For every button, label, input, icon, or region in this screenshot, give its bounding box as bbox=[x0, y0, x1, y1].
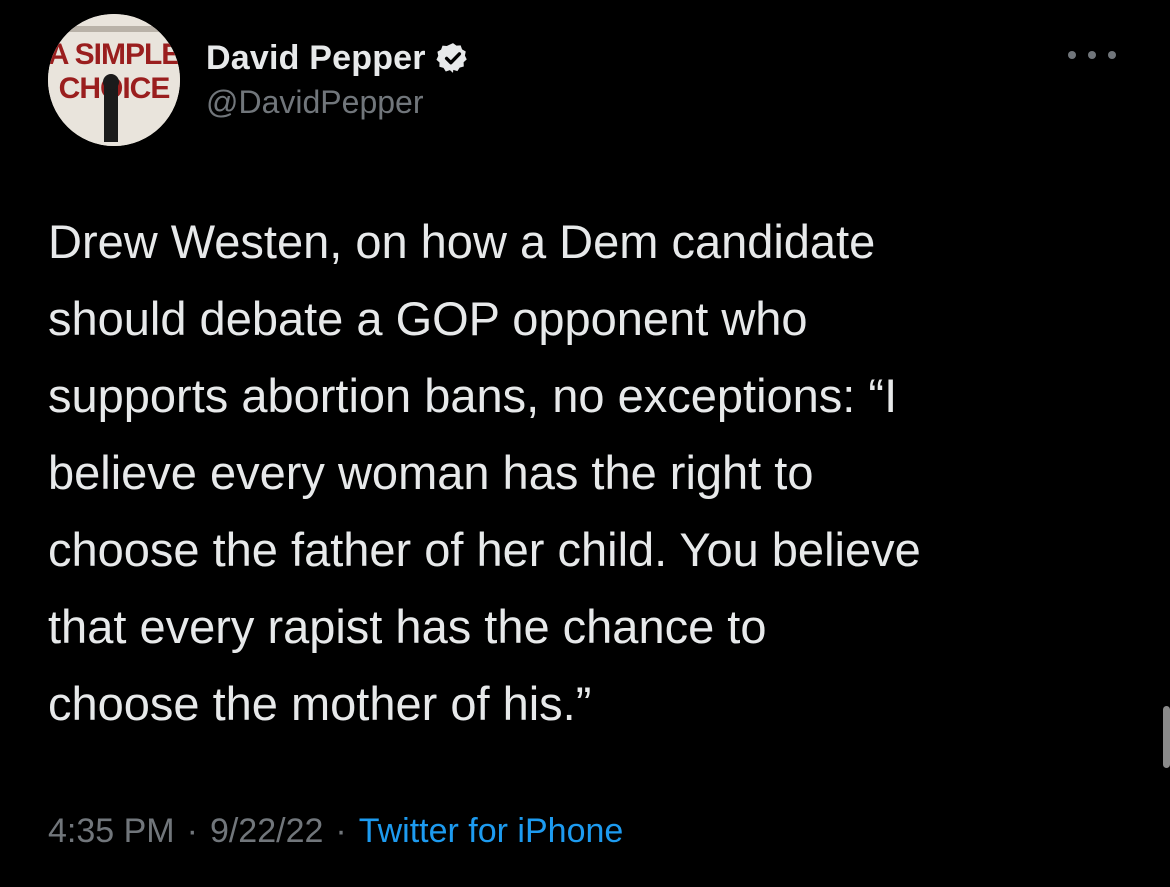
tweet-source-link[interactable]: Twitter for iPhone bbox=[359, 812, 624, 851]
more-dot bbox=[1108, 51, 1116, 59]
meta-separator: · bbox=[335, 812, 347, 850]
tweet-date[interactable]: 9/22/22 bbox=[210, 812, 323, 851]
tweet-text: Drew Westen, on how a Dem candidate shou… bbox=[48, 215, 921, 730]
handle[interactable]: @DavidPepper bbox=[206, 84, 423, 121]
tweet-meta: 4:35 PM · 9/22/22 · Twitter for iPhone bbox=[48, 812, 623, 851]
meta-separator: · bbox=[186, 812, 198, 850]
avatar-image: A SIMPLE CHOICE bbox=[48, 14, 180, 146]
verified-badge-icon bbox=[436, 41, 470, 75]
avatar[interactable]: A SIMPLE CHOICE bbox=[48, 14, 180, 146]
tweet: A SIMPLE CHOICE David Pepper @DavidPeppe… bbox=[0, 0, 1170, 887]
more-dot bbox=[1088, 51, 1096, 59]
display-name[interactable]: David Pepper bbox=[206, 39, 426, 78]
scrollbar[interactable] bbox=[1163, 706, 1170, 768]
more-dot bbox=[1068, 51, 1076, 59]
avatar-text-line1: A SIMPLE bbox=[48, 38, 180, 71]
tweet-time[interactable]: 4:35 PM bbox=[48, 812, 175, 851]
more-options-icon[interactable] bbox=[1068, 40, 1116, 70]
name-row: David Pepper bbox=[206, 36, 470, 80]
